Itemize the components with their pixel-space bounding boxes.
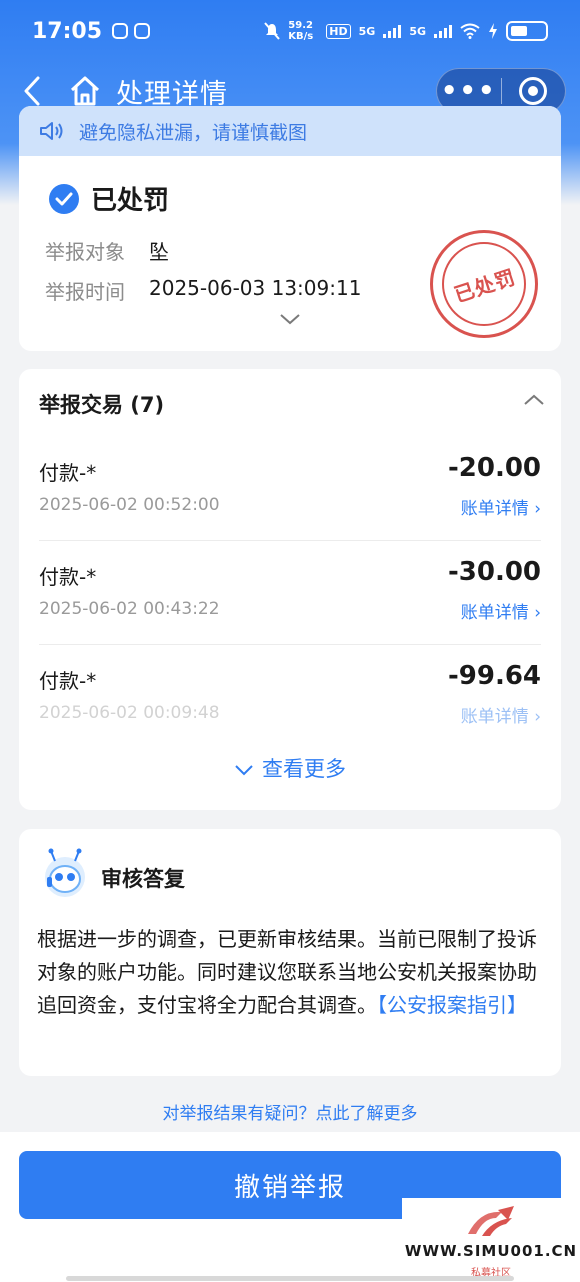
report-time-label: 举报时间 [45, 280, 125, 304]
report-target-value: 坠 [149, 240, 169, 264]
transactions-card: 举报交易 (7) 付款-* -20.00 2025-06-02 00:52:00… [19, 369, 561, 810]
transaction-amount: -20.00 [447, 453, 541, 483]
bill-detail-link[interactable]: 账单详情 › [461, 702, 541, 727]
status-indicators: 59.2 KB/s HD 5G 5G [264, 20, 548, 42]
reply-text: 根据进一步的调查，已更新审核结果。当前已限制了投诉对象的账户功能。同时建议您联系… [37, 923, 547, 1022]
speaker-icon [40, 122, 63, 140]
report-target-label: 举报对象 [45, 240, 125, 264]
transaction-name: 付款-* [39, 565, 97, 589]
home-icon[interactable] [68, 74, 102, 108]
hd-badge: HD [326, 23, 351, 39]
qq-mail-icon [112, 23, 129, 39]
privacy-notice-text: 避免隐私泄漏，请谨慎截图 [79, 121, 308, 144]
close-button[interactable] [502, 77, 566, 105]
bill-detail-link[interactable]: 账单详情 › [461, 598, 541, 623]
chevron-up-icon[interactable] [522, 393, 546, 407]
police-guide-link[interactable]: 【公安报案指引】 [377, 993, 527, 1017]
reply-title: 审核答复 [101, 867, 185, 891]
review-reply-card: 审核答复 根据进一步的调查，已更新审核结果。当前已限制了投诉对象的账户功能。同时… [19, 829, 561, 1076]
signal-2-label: 5G [409, 24, 426, 38]
transaction-name: 付款-* [39, 669, 97, 693]
wifi-icon [460, 23, 480, 39]
status-time: 17:05 [32, 18, 103, 44]
charging-icon [489, 23, 497, 39]
report-time-row: 举报时间 2025-06-03 13:09:11 [45, 276, 361, 305]
transaction-row[interactable]: 付款-* -20.00 2025-06-02 00:52:00 账单详情 › [39, 437, 541, 541]
mute-icon [264, 22, 281, 40]
chevron-down-icon[interactable] [278, 312, 302, 326]
help-link[interactable]: 对举报结果有疑问？点此了解更多 [0, 1099, 580, 1124]
net-speed: 59.2 KB/s [288, 20, 314, 42]
chevron-down-icon [235, 765, 253, 776]
bill-detail-link[interactable]: 账单详情 › [461, 494, 541, 519]
stamp-inner-ring: 已处罚 [442, 242, 526, 326]
signal-1-label: 5G [358, 24, 376, 38]
status-label: 已处罚 [91, 186, 170, 216]
watermark: WWW.SIMU001.CN 私募社区 [402, 1198, 580, 1282]
signal-2-icon [434, 24, 452, 38]
check-icon [49, 183, 79, 214]
transaction-time: 2025-06-02 00:09:48 [39, 703, 220, 723]
penalty-stamp: 已处罚 [430, 230, 538, 338]
transaction-time: 2025-06-02 00:43:22 [39, 599, 220, 619]
report-target-row: 举报对象 坠 [45, 236, 169, 265]
see-more-button[interactable]: 查看更多 [19, 753, 561, 783]
report-time-value: 2025-06-03 13:09:11 [149, 276, 362, 300]
target-icon [519, 77, 548, 105]
home-indicator [66, 1276, 514, 1281]
transactions-header: 举报交易 (7) [39, 393, 165, 417]
notification-icons [112, 23, 151, 39]
stamp-text: 已处罚 [450, 264, 519, 307]
transaction-amount: -30.00 [447, 557, 541, 587]
see-more-label: 查看更多 [262, 757, 346, 781]
status-bar: 17:05 59.2 KB/s HD 5G 5G [0, 0, 580, 62]
status-heading: 已处罚 [49, 180, 169, 217]
privacy-notice: 避免隐私泄漏，请谨慎截图 [19, 106, 561, 156]
battery-icon [506, 21, 548, 41]
qq-icon [134, 23, 151, 39]
watermark-logo-icon [468, 1206, 514, 1236]
transaction-row[interactable]: 付款-* -30.00 2025-06-02 00:43:22 账单详情 › [39, 541, 541, 645]
watermark-text: WWW.SIMU001.CN [404, 1242, 578, 1260]
transaction-amount: -99.64 [447, 661, 541, 691]
report-status-card: 避免隐私泄漏，请谨慎截图 已处罚 举报对象 坠 举报时间 2025-06-03 … [19, 106, 561, 351]
more-button[interactable]: ••• [437, 78, 501, 104]
mascot-avatar-icon [45, 848, 85, 897]
transaction-row[interactable]: 付款-* -99.64 2025-06-02 00:09:48 账单详情 › [39, 645, 541, 749]
signal-1-icon [383, 24, 402, 38]
back-icon[interactable] [18, 74, 48, 108]
transaction-time: 2025-06-02 00:52:00 [39, 495, 220, 515]
transaction-name: 付款-* [39, 461, 97, 485]
